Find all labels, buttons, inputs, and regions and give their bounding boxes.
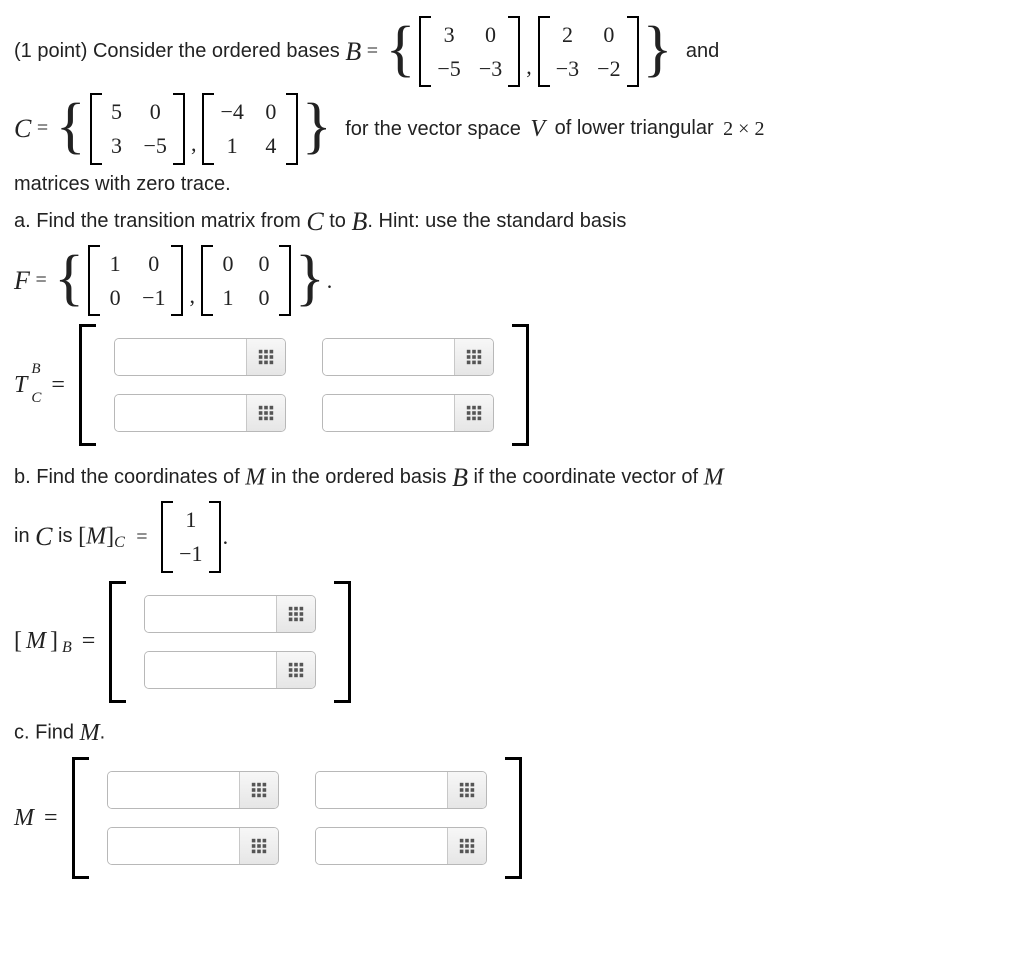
basis-B-set: { 30 −5−3 , 20 −3−2 } xyxy=(384,16,675,87)
keypad-icon[interactable] xyxy=(276,652,315,688)
keypad-icon[interactable] xyxy=(239,828,278,864)
MC-vector: 1 −1 xyxy=(161,501,220,572)
keypad-icon[interactable] xyxy=(276,596,315,632)
M-label: M xyxy=(14,802,34,834)
basis-B-symbol: B xyxy=(345,37,361,66)
TBC-field-22[interactable] xyxy=(323,395,454,431)
keypad-icon[interactable] xyxy=(246,339,285,375)
MB-field-2[interactable] xyxy=(145,652,276,688)
keypad-icon[interactable] xyxy=(447,772,486,808)
M-field-21[interactable] xyxy=(108,828,239,864)
TBC-input-22[interactable] xyxy=(322,394,494,432)
T-label: T xyxy=(14,369,27,401)
points-label: (1 point) xyxy=(14,40,87,62)
intro-lead: Consider the ordered bases xyxy=(93,40,340,62)
intro-tail: matrices with zero trace. xyxy=(14,171,1010,198)
matrix-C1: 50 3−5 xyxy=(90,93,185,164)
basis-F-set: { 10 0−1 , 00 10 } xyxy=(52,245,326,316)
answer-TBC: TBC = xyxy=(14,324,1010,446)
M-input-21[interactable] xyxy=(107,827,279,865)
keypad-icon[interactable] xyxy=(246,395,285,431)
MB-vector-input xyxy=(109,581,351,703)
basis-F-symbol: F xyxy=(14,266,30,295)
equals: = xyxy=(367,40,378,62)
TBC-field-11[interactable] xyxy=(115,339,246,375)
M-matrix-input xyxy=(72,757,522,879)
TBC-field-21[interactable] xyxy=(115,395,246,431)
TBC-input-11[interactable] xyxy=(114,338,286,376)
part-b-text: b. Find the coordinates of M in the orde… xyxy=(14,460,1010,495)
MB-input-2[interactable] xyxy=(144,651,316,689)
and-word: and xyxy=(686,40,719,62)
keypad-icon[interactable] xyxy=(454,339,493,375)
basis-C-set: { 50 3−5 , −40 14 } xyxy=(54,93,334,164)
M-input-12[interactable] xyxy=(315,771,487,809)
space-V: V xyxy=(530,116,545,142)
problem-intro: (1 point) Consider the ordered bases B =… xyxy=(14,16,1010,87)
TBC-input-21[interactable] xyxy=(114,394,286,432)
keypad-icon[interactable] xyxy=(454,395,493,431)
M-input-22[interactable] xyxy=(315,827,487,865)
M-field-12[interactable] xyxy=(316,772,447,808)
TBC-input-12[interactable] xyxy=(322,338,494,376)
basis-C-line: C = { 50 3−5 , −40 14 } for the vector s… xyxy=(14,93,1010,164)
M-field-22[interactable] xyxy=(316,828,447,864)
M-field-11[interactable] xyxy=(108,772,239,808)
TBC-matrix-input xyxy=(79,324,529,446)
answer-MB: [M]B = xyxy=(14,581,1010,703)
part-b-text2: in C is [M]C = 1 −1 . xyxy=(14,501,1010,572)
matrix-B2: 20 −3−2 xyxy=(538,16,639,87)
matrix-F1: 10 0−1 xyxy=(88,245,183,316)
keypad-icon[interactable] xyxy=(239,772,278,808)
part-c-text: c. Find M. xyxy=(14,717,1010,749)
M-input-11[interactable] xyxy=(107,771,279,809)
matrix-C2: −40 14 xyxy=(202,93,297,164)
basis-C-symbol: C xyxy=(14,115,31,144)
matrix-B1: 30 −5−3 xyxy=(419,16,520,87)
part-a-text: a. Find the transition matrix from C to … xyxy=(14,204,1010,239)
keypad-icon[interactable] xyxy=(447,828,486,864)
matrix-F2: 00 10 xyxy=(201,245,291,316)
answer-M: M = xyxy=(14,757,1010,879)
MB-field-1[interactable] xyxy=(145,596,276,632)
TBC-field-12[interactable] xyxy=(323,339,454,375)
MB-input-1[interactable] xyxy=(144,595,316,633)
basis-F-line: F = { 10 0−1 , 00 10 } . xyxy=(14,245,1010,316)
